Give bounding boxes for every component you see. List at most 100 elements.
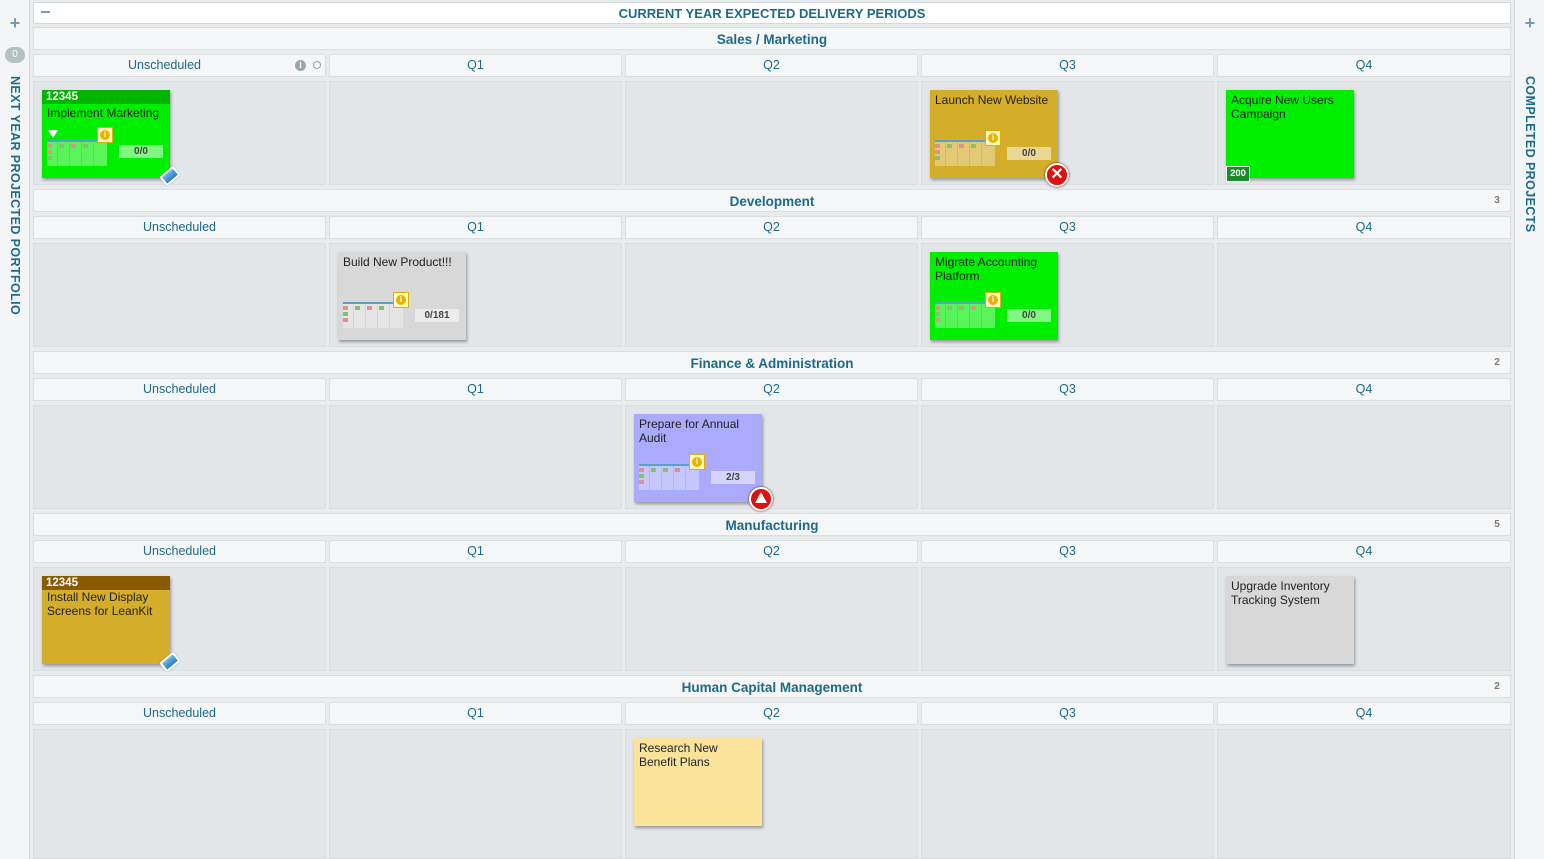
card-title: Launch New Website — [935, 93, 1049, 107]
info-icon[interactable]: i — [393, 292, 409, 308]
section-header[interactable]: Development 3 — [33, 189, 1511, 212]
card-title: Acquire New Users Campaign — [1231, 93, 1334, 121]
section-header[interactable]: Sales / Marketing — [33, 27, 1511, 50]
column-header-q1[interactable]: Q1 — [329, 378, 622, 401]
column-header-unscheduled[interactable]: Unscheduled i — [33, 54, 326, 77]
size-badge: 200 — [1226, 166, 1250, 182]
card-id: 12345 — [42, 576, 170, 590]
section-title: Sales / Marketing — [716, 32, 828, 47]
column-header-q1[interactable]: Q1 — [329, 216, 622, 239]
card-progress: 0/0 — [1007, 147, 1051, 160]
lane-q3[interactable] — [921, 729, 1214, 859]
card-title: Prepare for Annual Audit — [639, 417, 740, 445]
card-progress: 2/3 — [711, 471, 755, 484]
board-title: CURRENT YEAR EXPECTED DELIVERY PERIODS — [618, 6, 926, 21]
lane-q1[interactable] — [329, 567, 622, 671]
section-title: Finance & Administration — [690, 356, 854, 371]
section-header[interactable]: Finance & Administration 2 — [33, 351, 1511, 374]
column-header-q3[interactable]: Q3 — [921, 378, 1214, 401]
card-migrate-accounting[interactable]: Migrate Accounting Platform i 0/0 — [930, 252, 1058, 340]
card-title: Build New Product!!! — [343, 255, 452, 269]
lane-q1[interactable] — [329, 729, 622, 859]
column-header-unscheduled[interactable]: Unscheduled — [33, 540, 326, 563]
section-title: Manufacturing — [725, 518, 819, 533]
section-count: 3 — [1490, 194, 1504, 208]
card-launch-new-website[interactable]: Launch New Website i 0/0 ✕ — [930, 90, 1069, 187]
lane-q1[interactable] — [329, 81, 622, 185]
lane-q2[interactable] — [625, 81, 918, 185]
warning-icon[interactable] — [749, 487, 773, 511]
mini-board-icon — [47, 140, 107, 166]
card-prepare-annual-audit[interactable]: Prepare for Annual Audit i 2/3 — [634, 414, 773, 511]
column-header-q2[interactable]: Q2 — [625, 702, 918, 725]
lane-q4[interactable] — [1217, 729, 1511, 859]
card-progress: 0/181 — [415, 309, 459, 322]
board-header: − CURRENT YEAR EXPECTED DELIVERY PERIODS — [33, 2, 1511, 24]
completed-panel-title[interactable]: COMPLETED PROJECTS — [1523, 76, 1537, 233]
lane-q3[interactable] — [921, 405, 1214, 509]
section-count: 2 — [1490, 680, 1504, 694]
column-header-q3[interactable]: Q3 — [921, 216, 1214, 239]
column-header-q4[interactable]: Q4 — [1217, 54, 1511, 77]
section-title: Human Capital Management — [681, 680, 863, 695]
info-icon[interactable]: i — [295, 60, 306, 71]
info-icon[interactable]: i — [689, 454, 705, 470]
add-icon[interactable]: + — [1523, 14, 1537, 32]
next-year-panel[interactable]: + 0 NEXT YEAR PROJECTED PORTFOLIO — [0, 0, 30, 859]
column-header-q2[interactable]: Q2 — [625, 216, 918, 239]
column-header-unscheduled[interactable]: Unscheduled — [33, 702, 326, 725]
column-header-q3[interactable]: Q3 — [921, 54, 1214, 77]
card-acquire-new-users[interactable]: Acquire New Users Campaign 200 — [1226, 90, 1354, 182]
card-build-new-product[interactable]: Build New Product!!! i 0/181 — [338, 252, 466, 340]
column-header-q1[interactable]: Q1 — [329, 540, 622, 563]
column-header-unscheduled[interactable]: Unscheduled — [33, 378, 326, 401]
column-header-q4[interactable]: Q4 — [1217, 378, 1511, 401]
column-header-q3[interactable]: Q3 — [921, 540, 1214, 563]
lane-q2[interactable] — [625, 567, 918, 671]
card-title: Upgrade Inventory Tracking System — [1231, 579, 1330, 607]
card-title: Research New Benefit Plans — [639, 741, 718, 769]
lane-unscheduled[interactable] — [33, 405, 326, 509]
section-title: Development — [729, 194, 815, 209]
column-header-q3[interactable]: Q3 — [921, 702, 1214, 725]
lane-unscheduled[interactable] — [33, 243, 326, 347]
column-header-q1[interactable]: Q1 — [329, 54, 622, 77]
board: − CURRENT YEAR EXPECTED DELIVERY PERIODS… — [33, 0, 1511, 859]
card-title: Install New Display Screens for LeanKit — [47, 590, 153, 618]
blocked-icon[interactable]: ✕ — [1045, 163, 1069, 187]
info-icon[interactable]: i — [985, 130, 1001, 146]
lane-q4[interactable] — [1217, 405, 1511, 509]
column-header-q1[interactable]: Q1 — [329, 702, 622, 725]
add-icon[interactable]: + — [8, 14, 22, 32]
lane-q3[interactable] — [921, 567, 1214, 671]
card-progress: 0/0 — [1007, 309, 1051, 322]
card-title: Implement Marketing — [47, 106, 160, 120]
column-header-q4[interactable]: Q4 — [1217, 216, 1511, 239]
card-upgrade-inventory[interactable]: Upgrade Inventory Tracking System — [1226, 576, 1354, 664]
circle-icon[interactable] — [313, 61, 321, 69]
column-header-unscheduled[interactable]: Unscheduled — [33, 216, 326, 239]
card-implement-marketing[interactable]: 12345 Implement Marketing i 0/0 — [42, 90, 181, 187]
lane-unscheduled[interactable] — [33, 729, 326, 859]
column-header-q4[interactable]: Q4 — [1217, 702, 1511, 725]
column-label: Unscheduled — [128, 58, 201, 72]
column-header-q2[interactable]: Q2 — [625, 540, 918, 563]
column-header-q4[interactable]: Q4 — [1217, 540, 1511, 563]
next-year-panel-title[interactable]: NEXT YEAR PROJECTED PORTFOLIO — [8, 76, 22, 315]
card-research-benefit-plans[interactable]: Research New Benefit Plans — [634, 738, 762, 826]
card-id: 12345 — [42, 90, 170, 104]
lane-q4[interactable] — [1217, 243, 1511, 347]
section-header[interactable]: Human Capital Management 2 — [33, 675, 1511, 698]
lane-q1[interactable] — [329, 405, 622, 509]
section-count: 2 — [1490, 356, 1504, 370]
lane-q2[interactable] — [625, 243, 918, 347]
card-install-display-screens[interactable]: 12345 Install New Display Screens for Le… — [42, 576, 181, 673]
section-count: 5 — [1490, 518, 1504, 532]
section-header[interactable]: Manufacturing 5 — [33, 513, 1511, 536]
column-header-q2[interactable]: Q2 — [625, 54, 918, 77]
info-icon[interactable]: i — [985, 292, 1001, 308]
completed-panel[interactable]: + COMPLETED PROJECTS — [1514, 0, 1544, 859]
panel-count-badge: 0 — [5, 47, 25, 63]
info-icon[interactable]: i — [97, 127, 113, 143]
column-header-q2[interactable]: Q2 — [625, 378, 918, 401]
